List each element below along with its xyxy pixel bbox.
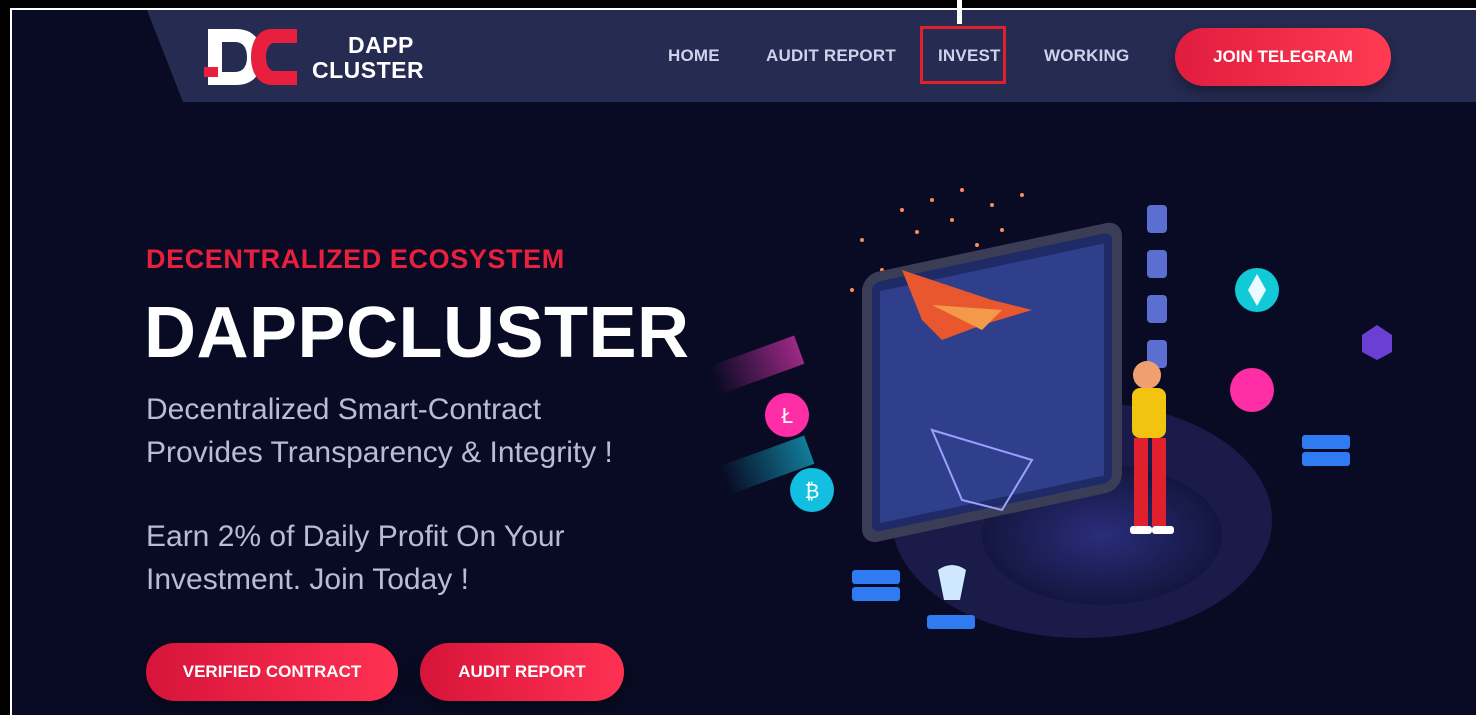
dc-logo-icon [204, 29, 297, 85]
nav-home[interactable]: HOME [668, 46, 720, 66]
logo-line-dapp: DAPP [348, 32, 414, 58]
nav-audit-report[interactable]: AUDIT REPORT [766, 46, 896, 66]
vr-gamer-phone-crypto-icon: Ł ₿ [709, 188, 1392, 638]
ripple-icon [1230, 368, 1274, 412]
svg-text:Ł: Ł [780, 404, 793, 428]
verified-contract-button[interactable]: VERIFIED CONTRACT [146, 643, 398, 701]
logo-wordmark: DAPP CLUSTER [312, 33, 424, 83]
hero-description-line-2: Provides Transparency & Integrity ! [146, 436, 613, 469]
screenshot-frame: DAPP CLUSTER HOME AUDIT REPORT INVEST WO… [10, 8, 1476, 715]
hero-earn-text: Earn 2% of Daily Profit On Your Investme… [146, 515, 706, 601]
audit-report-button[interactable]: AUDIT REPORT [420, 643, 624, 701]
svg-text:₿: ₿ [805, 479, 820, 503]
annotation-pointer-line [957, 0, 962, 24]
join-telegram-button[interactable]: JOIN TELEGRAM [1175, 28, 1391, 86]
logo-line-cluster: CLUSTER [312, 57, 425, 83]
hero-description-line-1: Decentralized Smart-Contract [146, 393, 542, 426]
hero-earn-line-2: Investment. Join Today ! [146, 563, 469, 596]
site-logo[interactable]: DAPP CLUSTER [202, 24, 442, 90]
hero-earn-line-1: Earn 2% of Daily Profit On Your [146, 520, 565, 553]
hero-title: DAPPCLUSTER [144, 293, 690, 373]
hero-description: Decentralized Smart-Contract Provides Tr… [146, 388, 706, 474]
hero-eyebrow: DECENTRALIZED ECOSYSTEM [146, 244, 565, 274]
nav-working[interactable]: WORKING [1044, 46, 1129, 66]
invest-highlight-box [920, 26, 1006, 84]
